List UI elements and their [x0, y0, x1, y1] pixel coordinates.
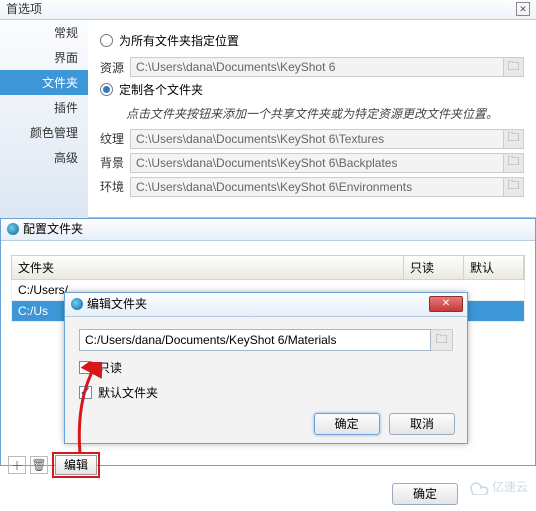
- watermark: 亿速云: [466, 478, 528, 495]
- sidebar-item-general[interactable]: 常规: [0, 20, 88, 45]
- folder-icon[interactable]: 🗀: [504, 177, 524, 197]
- keyshot-icon: [7, 223, 19, 235]
- radio-icon: [100, 83, 113, 96]
- path-env[interactable]: C:\Users\dana\Documents\KeyShot 6\Enviro…: [130, 177, 504, 197]
- footer: 确定: [386, 483, 458, 505]
- row-label-backplate: 背景: [100, 154, 130, 171]
- row-label-texture: 纹理: [100, 130, 130, 147]
- col-readonly[interactable]: 只读: [404, 256, 464, 279]
- help-text: 点击文件夹按钮来添加一个共享文件夹或为特定资源更改文件夹位置。: [126, 106, 524, 123]
- row-label-resource: 资源: [100, 59, 130, 76]
- folder-icon[interactable]: 🗀: [504, 129, 524, 149]
- option-all-folders[interactable]: 为所有文件夹指定位置: [100, 32, 524, 49]
- edit-button[interactable]: 编辑: [55, 455, 97, 475]
- sidebar-item-interface[interactable]: 界面: [0, 45, 88, 70]
- option-customize-folders[interactable]: 定制各个文件夹: [100, 81, 524, 98]
- annotation-highlight: 编辑: [52, 452, 100, 478]
- edit-dialog-title: 编辑文件夹 ✕: [65, 293, 467, 317]
- preferences-title: 首选项: [0, 0, 536, 20]
- preferences-content: 为所有文件夹指定位置 资源 C:\Users\dana\Documents\Ke…: [88, 20, 536, 217]
- keyshot-icon: [71, 298, 83, 310]
- sidebar-item-plugins[interactable]: 插件: [0, 95, 88, 120]
- path-backplate[interactable]: C:\Users\dana\Documents\KeyShot 6\Backpl…: [130, 153, 504, 173]
- delete-icon[interactable]: 🗑: [30, 456, 48, 474]
- preferences-window: 首选项 ✕ 常规 界面 文件夹 插件 颜色管理 高级 为所有文件夹指定位置 资源…: [0, 0, 536, 218]
- path-texture[interactable]: C:\Users\dana\Documents\KeyShot 6\Textur…: [130, 129, 504, 149]
- sidebar-item-advanced[interactable]: 高级: [0, 145, 88, 170]
- cancel-button[interactable]: 取消: [389, 413, 455, 435]
- folder-icon[interactable]: 🗀: [504, 153, 524, 173]
- sidebar-item-folders[interactable]: 文件夹: [0, 70, 88, 95]
- folder-icon[interactable]: 🗀: [504, 57, 524, 77]
- add-icon[interactable]: ＋: [8, 456, 26, 474]
- table-header: 文件夹 只读 默认: [11, 255, 525, 280]
- close-button[interactable]: ✕: [429, 296, 463, 312]
- sidebar-item-color[interactable]: 颜色管理: [0, 120, 88, 145]
- folder-path-input[interactable]: [79, 329, 431, 351]
- checkbox-icon: [79, 361, 92, 374]
- ok-button[interactable]: 确定: [392, 483, 458, 505]
- preferences-sidebar: 常规 界面 文件夹 插件 颜色管理 高级: [0, 20, 88, 218]
- col-default[interactable]: 默认: [464, 256, 524, 279]
- path-resource[interactable]: C:\Users\dana\Documents\KeyShot 6: [130, 57, 504, 77]
- col-folder[interactable]: 文件夹: [12, 256, 404, 279]
- readonly-checkbox[interactable]: 只读: [79, 359, 453, 376]
- checkbox-icon: [79, 386, 92, 399]
- config-title: 配置文件夹: [1, 219, 535, 241]
- row-label-env: 环境: [100, 178, 130, 195]
- folder-icon[interactable]: 🗀: [431, 329, 453, 351]
- radio-icon: [100, 34, 113, 47]
- config-toolbar: ＋ 🗑 编辑: [8, 452, 100, 478]
- default-checkbox[interactable]: 默认文件夹: [79, 384, 453, 401]
- ok-button[interactable]: 确定: [314, 413, 380, 435]
- close-icon[interactable]: ✕: [516, 2, 530, 16]
- edit-folder-dialog: 编辑文件夹 ✕ 🗀 只读 默认文件夹 确定 取消: [64, 292, 468, 444]
